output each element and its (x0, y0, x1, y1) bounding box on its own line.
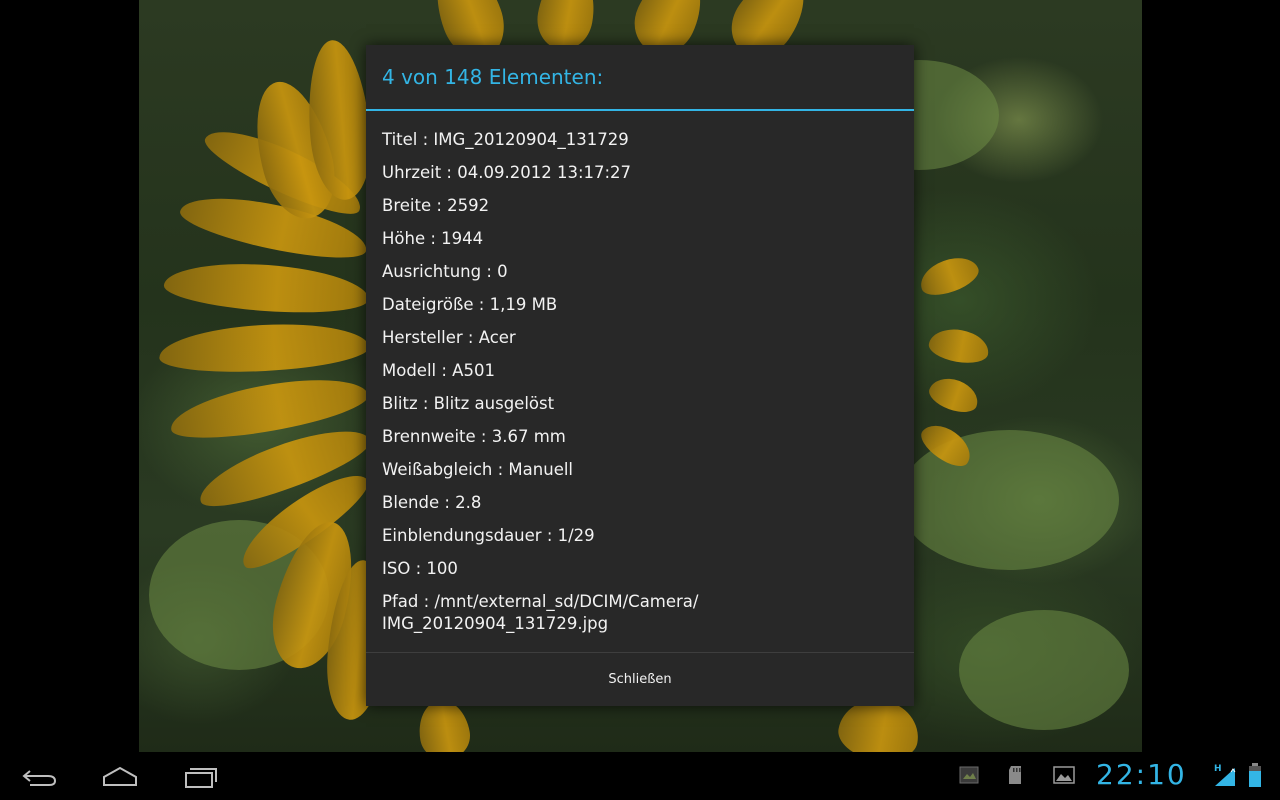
detail-flash: Blitz : Blitz ausgelöst (382, 394, 555, 413)
home-icon (103, 766, 137, 786)
details-dialog: 4 von 148 Elementen: Titel : IMG_2012090… (366, 45, 914, 706)
system-bar: 22:10 H (0, 752, 1280, 800)
screen: 4 von 148 Elementen: Titel : IMG_2012090… (0, 0, 1280, 800)
sunflower-petal (926, 325, 992, 367)
detail-orientation: Ausrichtung : 0 (382, 262, 508, 281)
photo-leaf (959, 610, 1129, 730)
dialog-title: 4 von 148 Elementen: (366, 45, 914, 111)
detail-manufacturer: Hersteller : Acer (382, 328, 516, 347)
photo-notification-icon[interactable] (958, 764, 980, 786)
detail-white-balance: Weißabgleich : Manuell (382, 460, 574, 479)
detail-path: Pfad : /mnt/external_sd/DCIM/Camera/ IMG… (382, 592, 699, 633)
sunflower-petal (162, 257, 371, 319)
detail-exposure-time: Einblendungsdauer : 1/29 (382, 526, 595, 545)
detail-width: Breite : 2592 (382, 196, 490, 215)
back-button[interactable] (10, 762, 70, 792)
detail-file-size: Dateigröße : 1,19 MB (382, 295, 558, 314)
close-button[interactable]: Schließen (366, 653, 914, 706)
signal-icon: H (1213, 762, 1239, 788)
recent-apps-button[interactable] (170, 762, 230, 792)
detail-aperture: Blende : 2.8 (382, 493, 482, 512)
detail-time: Uhrzeit : 04.09.2012 13:17:27 (382, 163, 632, 182)
sd-card-icon[interactable] (1006, 764, 1026, 786)
details-list: Titel : IMG_20120904_131729 Uhrzeit : 04… (366, 111, 914, 635)
sunflower-petal (915, 250, 983, 302)
detail-focal-length: Brennweite : 3.67 mm (382, 427, 566, 446)
sunflower-petal (925, 372, 983, 418)
home-button[interactable] (90, 762, 150, 792)
battery-icon (1248, 762, 1262, 788)
detail-title: Titel : IMG_20120904_131729 (382, 130, 629, 149)
detail-iso: ISO : 100 (382, 559, 458, 578)
back-icon (22, 770, 57, 786)
dialog-footer: Schließen (366, 652, 914, 706)
detail-model: Modell : A501 (382, 361, 495, 380)
sunflower-petal (157, 319, 371, 377)
detail-height: Höhe : 1944 (382, 229, 484, 248)
clock: 22:10 (1096, 758, 1187, 791)
gallery-icon[interactable] (1052, 764, 1076, 786)
recent-apps-icon (185, 768, 217, 788)
svg-text:H: H (1214, 764, 1222, 774)
